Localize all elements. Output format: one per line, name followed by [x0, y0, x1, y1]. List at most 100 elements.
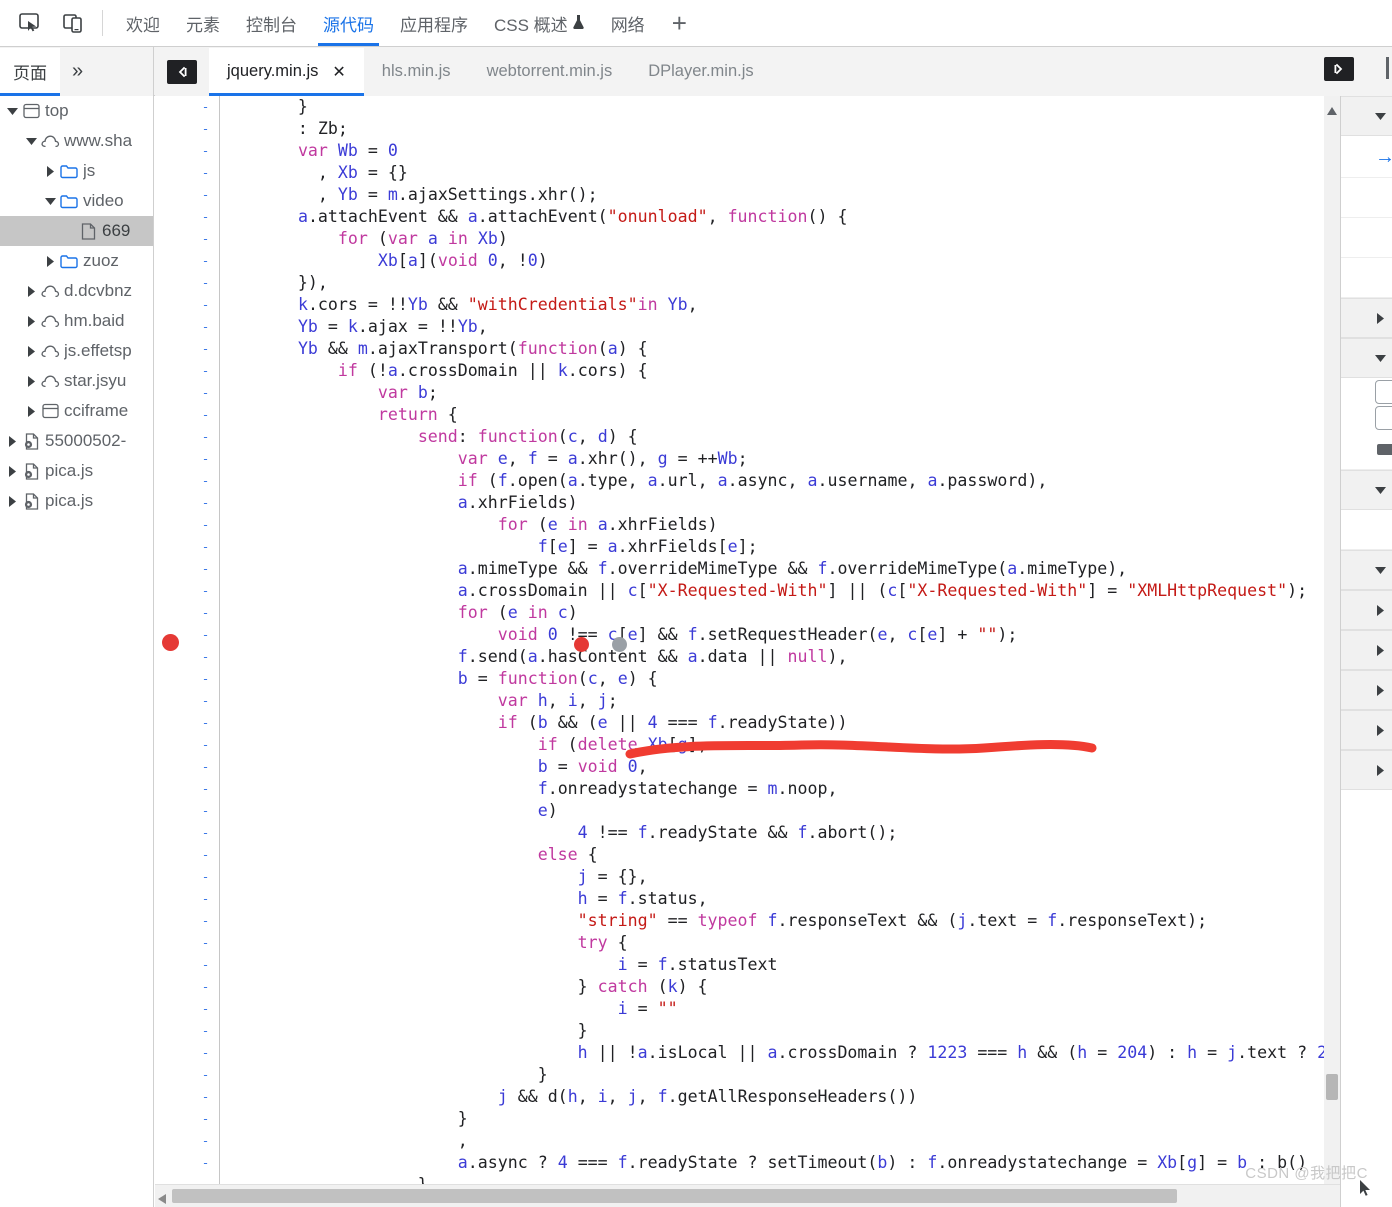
- tree-item-hm-baid[interactable]: hm.baid: [0, 306, 153, 336]
- folder-icon: [58, 194, 80, 209]
- device-toolbar-icon[interactable]: [56, 7, 92, 39]
- navigator-tab-page[interactable]: 页面: [0, 47, 60, 96]
- panel-resizer-handle[interactable]: [1386, 57, 1389, 79]
- chevron-right-icon[interactable]: [42, 165, 58, 177]
- editor-horizontal-scroll-thumb[interactable]: [172, 1189, 1177, 1203]
- source-code-editor[interactable]: - - - - - - - - - - - - - - - - - - - - - - - - - - - - - - - - - - - - - - - -…: [155, 96, 1340, 1207]
- tab-css-overview[interactable]: CSS 概述: [481, 0, 598, 46]
- navigator-more-tabs-button[interactable]: »: [60, 48, 95, 96]
- chevron-right-icon[interactable]: [1375, 764, 1386, 776]
- chevron-right-icon[interactable]: [1375, 684, 1386, 696]
- line-number: -: [201, 781, 210, 796]
- blank-row-4[interactable]: [1341, 510, 1392, 550]
- chevron-right-icon[interactable]: [1375, 644, 1386, 656]
- breakpoint-pill-2[interactable]: [1375, 406, 1392, 430]
- file-tab-webtorrent-min-js[interactable]: webtorrent.min.js: [469, 48, 631, 96]
- tree-item-label: d.dcvbnz: [64, 281, 133, 300]
- chip-indicator: [1377, 444, 1392, 455]
- chevron-down-icon[interactable]: [42, 196, 58, 207]
- show-debugger-icon[interactable]: [1324, 57, 1354, 81]
- event-listener-breakpoints-section[interactable]: [1341, 710, 1392, 750]
- chevron-right-icon[interactable]: [1375, 724, 1386, 736]
- file-tab-hls-min-js[interactable]: hls.min.js: [364, 48, 469, 96]
- tree-item-star-jsyu[interactable]: star.jsyu: [0, 366, 153, 396]
- hide-navigator-icon[interactable]: [167, 59, 197, 84]
- chevron-right-icon[interactable]: [4, 495, 20, 507]
- breakpoint-dot[interactable]: [162, 634, 179, 651]
- tree-item-www-sha[interactable]: www.sha: [0, 126, 153, 156]
- blank-row-1[interactable]: [1341, 178, 1392, 218]
- tree-item-669[interactable]: 669: [0, 216, 153, 246]
- chevron-down-icon[interactable]: [1375, 353, 1386, 364]
- line-number: -: [201, 803, 210, 818]
- tab-application[interactable]: 应用程序: [387, 0, 481, 46]
- chevron-right-icon[interactable]: [42, 255, 58, 267]
- tab-console[interactable]: 控制台: [233, 0, 310, 46]
- tree-item-js-effetsp[interactable]: js.effetsp: [0, 336, 153, 366]
- tab-sources[interactable]: 源代码: [310, 0, 387, 46]
- callstack-section[interactable]: [1341, 550, 1392, 590]
- chevron-right-icon[interactable]: [1375, 604, 1386, 616]
- debugger-sidebar[interactable]: →: [1340, 96, 1392, 1207]
- tab-elements[interactable]: 元素: [173, 0, 233, 46]
- chevron-down-icon[interactable]: [4, 106, 20, 117]
- tree-item-pica-js[interactable]: pica.js: [0, 456, 153, 486]
- editor-vertical-scrollbar[interactable]: [1324, 96, 1340, 1185]
- chevron-right-icon[interactable]: [1375, 312, 1386, 324]
- file-tab-jquery-min-js[interactable]: jquery.min.js ✕: [209, 47, 364, 96]
- file-navigator-tree[interactable]: top www.sha js video 669 zuoz d.dcvbnz hm.baid j…: [0, 96, 154, 1207]
- tree-item-55000502[interactable]: 55000502-: [0, 426, 153, 456]
- chevron-down-icon[interactable]: [23, 136, 39, 147]
- line-number: -: [201, 341, 210, 356]
- csp-violation-breakpoints-section[interactable]: [1341, 750, 1392, 790]
- tree-item-d-dcvbnz[interactable]: d.dcvbnz: [0, 276, 153, 306]
- tab-network[interactable]: 网络: [598, 0, 658, 46]
- file-tab-hls-label: hls.min.js: [381, 62, 451, 80]
- inline-breakpoint-marker-inactive[interactable]: [612, 637, 627, 652]
- breakpoint-pill-1[interactable]: [1375, 380, 1392, 404]
- scroll-up-icon[interactable]: [1327, 102, 1337, 120]
- add-panel-button[interactable]: +: [658, 0, 701, 46]
- resume-script-button[interactable]: →: [1341, 136, 1392, 178]
- chevron-right-icon[interactable]: [4, 465, 20, 477]
- chevron-right-icon[interactable]: [4, 435, 20, 447]
- tree-item-cciframe[interactable]: cciframe: [0, 396, 153, 426]
- tree-item-label: video: [83, 191, 124, 210]
- scroll-left-icon[interactable]: [158, 1191, 166, 1207]
- chevron-right-icon[interactable]: [23, 345, 39, 357]
- watch-section[interactable]: [1341, 298, 1392, 338]
- tree-item-pica-js[interactable]: pica.js: [0, 486, 153, 516]
- code-content-area[interactable]: } : Zb; var Wb = 0 , Xb = {} , Yb = m.aj…: [219, 96, 1340, 1185]
- line-number: -: [201, 1089, 210, 1104]
- breakpoint-gutter[interactable]: [155, 96, 192, 1185]
- chevron-down-icon[interactable]: [1375, 485, 1386, 496]
- blank-row-2[interactable]: [1341, 218, 1392, 258]
- blank-row-3[interactable]: [1341, 258, 1392, 298]
- chevron-right-icon[interactable]: [23, 315, 39, 327]
- line-number: -: [201, 363, 210, 378]
- chevron-down-icon[interactable]: [1375, 565, 1386, 576]
- chevron-right-icon[interactable]: [23, 375, 39, 387]
- global-listeners-section[interactable]: [1341, 670, 1392, 710]
- tree-item-js[interactable]: js: [0, 156, 153, 186]
- xhr-breakpoints-section[interactable]: [1341, 590, 1392, 630]
- inline-breakpoint-marker-active[interactable]: [574, 637, 589, 652]
- inspect-element-icon[interactable]: [12, 7, 48, 39]
- close-icon[interactable]: ✕: [332, 62, 345, 82]
- chevron-right-icon[interactable]: [23, 285, 39, 297]
- resume-arrow-icon[interactable]: →: [1375, 147, 1392, 167]
- tree-item-top[interactable]: top: [0, 96, 153, 126]
- line-number: -: [201, 539, 210, 554]
- chevron-right-icon[interactable]: [23, 405, 39, 417]
- file-tab-dplayer-min-js[interactable]: DPlayer.min.js: [630, 48, 771, 96]
- dom-breakpoints-section[interactable]: [1341, 630, 1392, 670]
- breakpoints-section[interactable]: [1341, 338, 1392, 378]
- tab-welcome[interactable]: 欢迎: [113, 0, 173, 46]
- scope-section[interactable]: [1341, 470, 1392, 510]
- section-collapsed-caret[interactable]: [1341, 96, 1392, 136]
- tree-item-video[interactable]: video: [0, 186, 153, 216]
- editor-vertical-scroll-thumb[interactable]: [1326, 1074, 1338, 1100]
- chevron-down-icon[interactable]: [1375, 111, 1386, 122]
- editor-horizontal-scrollbar[interactable]: [155, 1184, 1340, 1207]
- tree-item-zuoz[interactable]: zuoz: [0, 246, 153, 276]
